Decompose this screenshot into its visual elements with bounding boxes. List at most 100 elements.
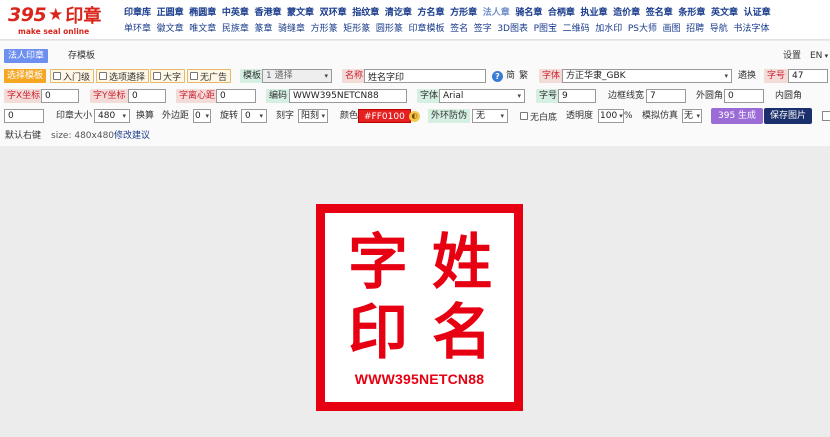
nav-link-top-3[interactable]: 中英章 (222, 5, 249, 18)
engrave-select[interactable]: 阳刻 ▾ (298, 109, 328, 123)
chevron-down-icon: ▾ (724, 72, 728, 80)
char-center-input[interactable] (216, 89, 256, 103)
nav-link-bottom-17[interactable]: 画图 (663, 21, 681, 34)
no-ads-checkbox[interactable]: 无广告 (187, 69, 232, 83)
nav-link-top-7[interactable]: 指纹章 (352, 5, 379, 18)
font-select[interactable]: 方正华隶_GBK ▾ (562, 69, 732, 83)
opacity-label: 透明度 (566, 111, 594, 121)
nav-link-bottom-4[interactable]: 篆章 (254, 21, 272, 34)
margin-select[interactable]: 0 ▾ (193, 109, 211, 123)
stamp-preview[interactable]: 字 姓 印 名 WWW395NETCN88 (316, 204, 523, 411)
char-y-input[interactable] (128, 89, 166, 103)
nav-link-top-14[interactable]: 执业章 (581, 5, 608, 18)
nav-link-bottom-14[interactable]: 二维码 (563, 21, 590, 34)
nav-link-bottom-19[interactable]: 导航 (710, 21, 728, 34)
nav-link-bottom-1[interactable]: 徽文章 (157, 21, 184, 34)
convert-link[interactable]: 换算 (136, 109, 154, 123)
rotate-select[interactable]: 0 ▾ (241, 109, 267, 123)
stamp-options-panel: 法人印章 存模板 设置 EN ▾ 选择模板 入门级 选项遴择 大字 无广告 模板… (0, 41, 830, 146)
suggestion-link[interactable]: 修改建议 (114, 129, 150, 143)
nav-link-bottom-0[interactable]: 单环章 (124, 21, 151, 34)
nav-link-top-6[interactable]: 双环章 (320, 5, 347, 18)
nav-link-top-1[interactable]: 正圆章 (157, 5, 184, 18)
info-icon[interactable]: ? (492, 70, 503, 82)
nav-link-bottom-9[interactable]: 印章模板 (408, 21, 444, 34)
palette-icon[interactable]: ◐ (409, 110, 420, 122)
site-header: 395 ★ 印章 make seal online 印章库 正圆章 椭圆章 中英章 香港… (0, 0, 830, 40)
beginner-label: 入门级 (63, 72, 91, 83)
nav-link-bottom-18[interactable]: 招聘 (686, 21, 704, 34)
name-input[interactable] (364, 69, 486, 83)
simplified-toggle[interactable]: 简 (506, 69, 515, 83)
nav-link-top-4[interactable]: 香港章 (254, 5, 281, 18)
outer-radius-input[interactable] (724, 89, 764, 103)
nav-link-bottom-12[interactable]: 3D图表 (497, 21, 528, 34)
chevron-down-icon: ▾ (822, 52, 829, 60)
nav-link-bottom-10[interactable]: 签名 (450, 21, 468, 34)
template-select[interactable]: 1 遴择 ▾ (262, 69, 332, 83)
nav-link-bottom-2[interactable]: 唯文章 (189, 21, 216, 34)
site-logo[interactable]: 395 ★ 印章 make seal online (8, 2, 116, 38)
font-size-input[interactable] (788, 69, 828, 83)
opacity-select[interactable]: 100 ▾ (598, 109, 624, 123)
nav-link-top-19[interactable]: 认证章 (744, 5, 771, 18)
nav-link-bottom-20[interactable]: 书法字体 (733, 21, 769, 34)
char-x-input[interactable] (41, 89, 79, 103)
code-size-label: 字号 (536, 89, 561, 103)
margin-value: 0 (195, 111, 201, 121)
save-image-button[interactable]: 保存图片 (764, 108, 813, 124)
nav-link-bottom-15[interactable]: 加水印 (595, 21, 622, 34)
nav-link-bottom-3[interactable]: 民族章 (222, 21, 249, 34)
nav-link-top-11[interactable]: 法人章 (483, 5, 510, 18)
simulation-select[interactable]: 无 ▾ (682, 109, 702, 123)
choose-template-button[interactable]: 选择模板 (4, 69, 47, 83)
stamp-size-label: 印章大小 (56, 111, 93, 121)
outer-ring-security-select[interactable]: 无 ▾ (472, 109, 508, 123)
inner-radius-input[interactable] (4, 109, 44, 123)
border-width-input[interactable] (646, 89, 686, 103)
tab-legal-person-seal[interactable]: 法人印章 (4, 49, 49, 63)
margin-label: 外边距 (162, 111, 190, 121)
nav-link-top-17[interactable]: 条形章 (678, 5, 705, 18)
chevron-down-icon: ▾ (619, 112, 623, 120)
stamp-size-select[interactable]: 480 ▾ (94, 109, 130, 123)
color-picker[interactable]: #FF0100 (358, 109, 411, 123)
nav-link-top-9[interactable]: 方名章 (417, 5, 444, 18)
nav-link-top-2[interactable]: 椭圆章 (189, 5, 216, 18)
code-size-input[interactable] (558, 89, 596, 103)
nav-link-top-8[interactable]: 清讫章 (385, 5, 412, 18)
code-input[interactable] (289, 89, 407, 103)
nav-link-top-16[interactable]: 签名章 (646, 5, 673, 18)
language-select[interactable]: EN ▾ (810, 49, 828, 63)
no-white-bg-checkbox[interactable]: 无白底 (520, 109, 557, 123)
replace-link[interactable]: 遴换 (738, 69, 756, 83)
nav-link-bottom-11[interactable]: 签字 (474, 21, 492, 34)
extra-checkbox[interactable] (822, 111, 830, 121)
code-font-select[interactable]: Arial ▾ (439, 89, 525, 103)
nav-link-top-5[interactable]: 蒙文章 (287, 5, 314, 18)
beginner-checkbox[interactable]: 入门级 (50, 69, 95, 83)
stamp-preview-area: 字 姓 印 名 WWW395NETCN88 (0, 146, 830, 437)
settings-link[interactable]: 设置 (783, 49, 801, 63)
nav-link-bottom-7[interactable]: 矩形篆 (343, 21, 370, 34)
nav-link-bottom-8[interactable]: 圆形篆 (376, 21, 403, 34)
generate-button[interactable]: 395 生成 (711, 108, 764, 124)
nav-link-bottom-6[interactable]: 方形篆 (311, 21, 338, 34)
option-select-checkbox[interactable]: 选项遴择 (96, 69, 150, 83)
checkbox-box (520, 112, 528, 120)
nav-link-top-18[interactable]: 英文章 (711, 5, 738, 18)
nav-link-top-0[interactable]: 印章库 (124, 5, 151, 18)
nav-link-top-10[interactable]: 方形章 (450, 5, 477, 18)
font-label: 字体 (539, 69, 564, 83)
save-template-link[interactable]: 存模板 (68, 49, 95, 63)
stamp-code-text: WWW395NETCN88 (354, 371, 485, 387)
nav-link-bottom-5[interactable]: 骑缝章 (278, 21, 305, 34)
nav-link-top-13[interactable]: 合柄章 (548, 5, 575, 18)
big-char-checkbox[interactable]: 大字 (150, 69, 186, 83)
nav-link-top-15[interactable]: 造价章 (613, 5, 640, 18)
nav-link-bottom-13[interactable]: P图宝 (534, 21, 557, 34)
traditional-toggle[interactable]: 繁 (519, 69, 528, 83)
nav-link-bottom-16[interactable]: PS大师 (628, 21, 657, 34)
nav-link-top-12[interactable]: 骑名章 (515, 5, 542, 18)
stamp-face: 字 姓 印 名 WWW395NETCN88 (325, 213, 514, 402)
